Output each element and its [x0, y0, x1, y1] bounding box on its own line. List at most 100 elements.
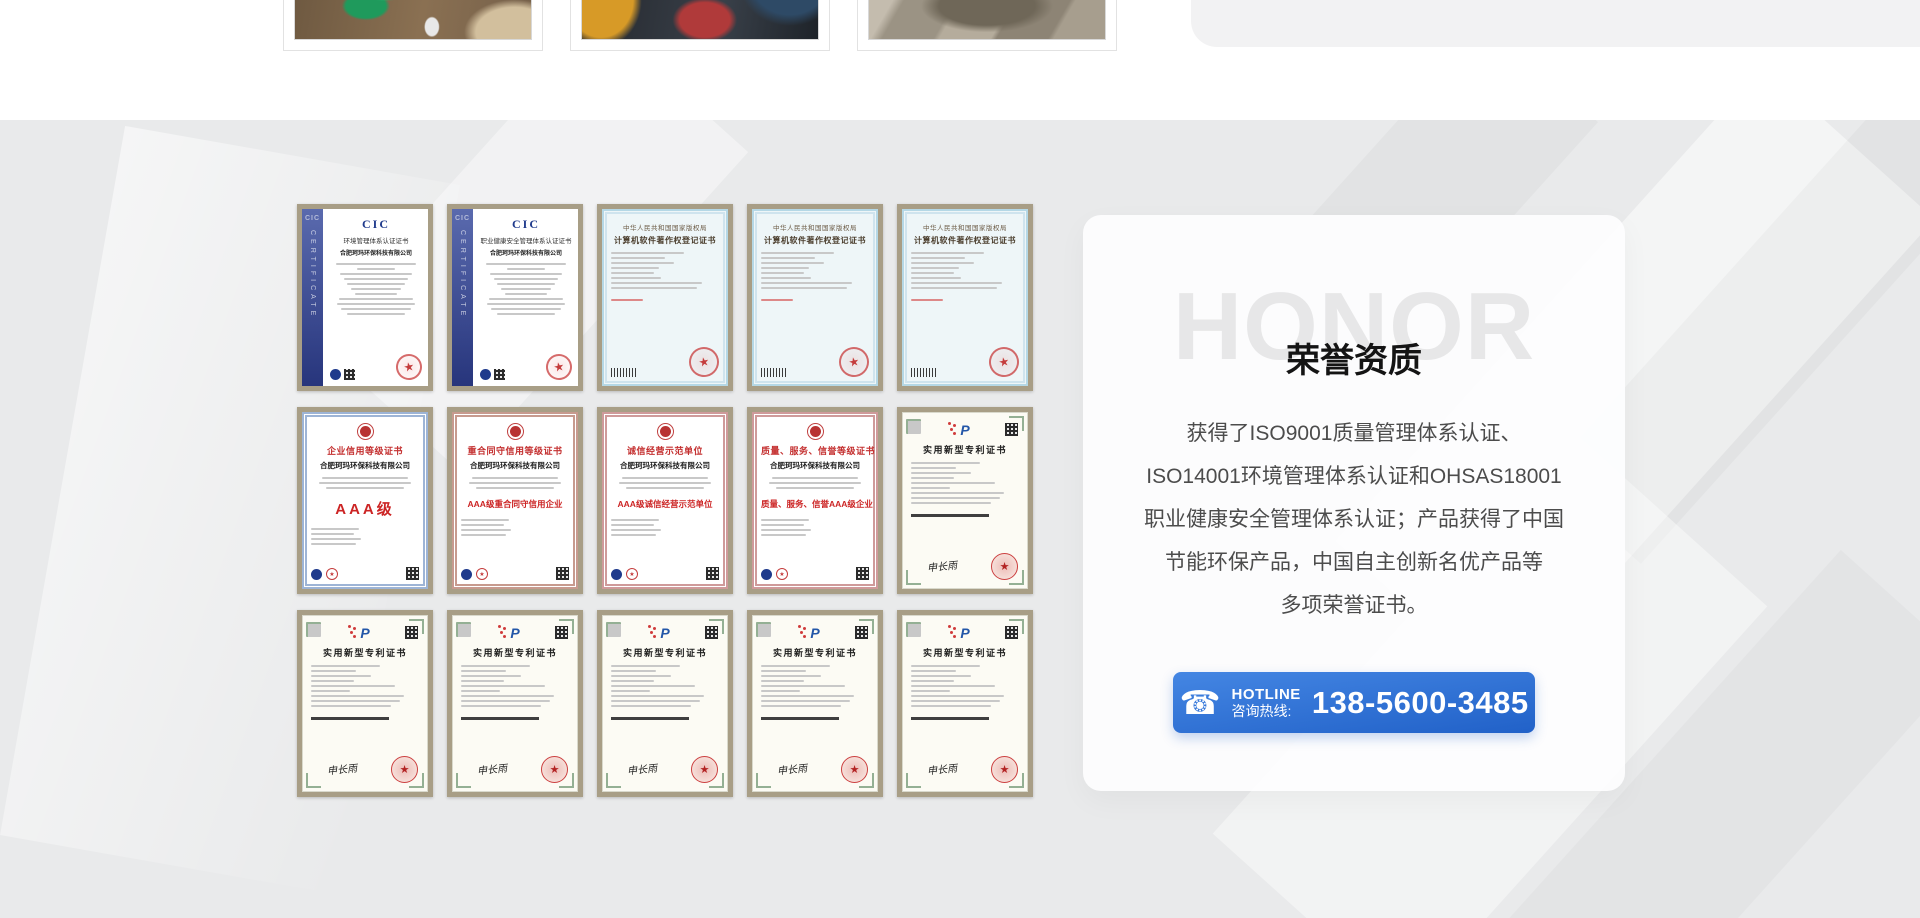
patent-number-bar — [611, 717, 689, 720]
hotline-label-en: HOTLINE — [1231, 686, 1300, 703]
red-star-badge-icon: ★ — [626, 568, 638, 580]
certificate-title: 计算机软件著作权登记证书 — [761, 235, 869, 246]
certificate-company: 合肥珂玛环保科技有限公司 — [330, 248, 422, 257]
certificate-issuer: 中华人民共和国国家版权局 — [911, 222, 1019, 232]
certificate-title: 诚信经营示范单位 — [611, 444, 719, 457]
certificate-issuer: 中华人民共和国国家版权局 — [761, 222, 869, 232]
red-star-seal-icon: ★ — [544, 352, 575, 383]
certificate-12-patent[interactable]: P 实用新型专利证书 申长雨 ★ — [447, 610, 583, 797]
red-round-seal-icon: ★ — [391, 756, 418, 783]
red-star-seal-icon: ★ — [686, 344, 722, 380]
certificate-title: 计算机软件著作权登记证书 — [911, 235, 1019, 246]
honor-description-line: 多项荣誉证书。 — [1083, 584, 1625, 627]
red-star-badge-icon: ★ — [326, 568, 338, 580]
certificate-15-patent[interactable]: P 实用新型专利证书 申长雨 ★ — [897, 610, 1033, 797]
certificate-grid: CICCERTIFICATE CIC 环境管理体系认证证书 合肥珂玛环保科技有限… — [297, 204, 1033, 797]
cic-badge-icon — [480, 369, 491, 380]
certificate-2-iso[interactable]: CICCERTIFICATE CIC 职业健康安全管理体系认证证书 合肥珂玛环保… — [447, 204, 583, 391]
certificate-7-credit[interactable]: 重合同守信用等级证书 合肥珂玛环保科技有限公司 AAA级重合同守信用企业 ★ — [447, 407, 583, 594]
red-star-seal-icon: ★ — [986, 344, 1022, 380]
certificate-3-copyright[interactable]: 中华人民共和国国家版权局 计算机软件著作权登记证书 ★ — [597, 204, 733, 391]
certificate-company: 合肥珂玛环保科技有限公司 — [611, 460, 719, 471]
certificate-13-patent[interactable]: P 实用新型专利证书 申长雨 ★ — [597, 610, 733, 797]
patent-number-bar — [761, 717, 839, 720]
barcode-icon — [911, 368, 937, 377]
certificate-signature: 申长雨 — [476, 759, 507, 777]
credit-emblem-icon — [657, 423, 674, 440]
certificate-9-credit[interactable]: 质量、服务、信誉等级证书 合肥珂玛环保科技有限公司 质量、服务、信誉AAA级企业… — [747, 407, 883, 594]
certificate-14-patent[interactable]: P 实用新型专利证书 申长雨 ★ — [747, 610, 883, 797]
certificate-text-lines — [611, 662, 719, 710]
certificate-1-iso[interactable]: CICCERTIFICATE CIC 环境管理体系认证证书 合肥珂玛环保科技有限… — [297, 204, 433, 391]
certificate-text-lines — [611, 249, 719, 292]
certificate-text-lines — [461, 516, 569, 539]
blue-badge-icon — [611, 569, 622, 580]
certificate-title: 环境管理体系认证证书 — [330, 235, 422, 245]
certificate-title: 质量、服务、信誉等级证书 — [761, 444, 869, 457]
honor-description-line: 获得了ISO9001质量管理体系认证、 — [1083, 412, 1625, 455]
phone-icon: ☎ — [1179, 686, 1220, 719]
patent-number-bar — [311, 717, 389, 720]
cic-logo: CIC — [330, 217, 422, 232]
credit-emblem-icon — [807, 423, 824, 440]
certificate-11-patent[interactable]: P 实用新型专利证书 申长雨 ★ — [297, 610, 433, 797]
qr-code-icon — [706, 567, 719, 580]
hotline-label-zh: 咨询热线: — [1231, 703, 1300, 719]
qr-code-icon — [555, 626, 568, 639]
cnipa-logo: P — [510, 626, 519, 643]
honor-description: 获得了ISO9001质量管理体系认证、ISO14001环境管理体系认证和OHSA… — [1083, 412, 1625, 627]
certificate-issuer: 中华人民共和国国家版权局 — [611, 222, 719, 232]
certificate-text-lines — [611, 516, 719, 539]
certificate-signature: 申长雨 — [776, 759, 807, 777]
certificate-text-lines — [330, 260, 422, 318]
cnipa-logo: P — [360, 626, 369, 643]
concrete-trench-photo — [868, 0, 1106, 40]
patent-number-bar — [911, 514, 989, 517]
crane-truck-worksite-photo — [581, 0, 819, 40]
certificate-8-credit[interactable]: 诚信经营示范单位 合肥珂玛环保科技有限公司 AAA级诚信经营示范单位 ★ — [597, 407, 733, 594]
excavation-site-photo — [294, 0, 532, 40]
qr-code-icon — [405, 626, 418, 639]
red-star-badge-icon: ★ — [476, 568, 488, 580]
certificate-signature: 申长雨 — [326, 759, 357, 777]
certificate-5-copyright[interactable]: 中华人民共和国国家版权局 计算机软件著作权登记证书 ★ — [897, 204, 1033, 391]
hotline-number: 138-5600-3485 — [1312, 685, 1529, 721]
red-round-seal-icon: ★ — [991, 756, 1018, 783]
certificate-title: 实用新型专利证书 — [911, 646, 1019, 659]
certificate-10-patent[interactable]: P 实用新型专利证书 申长雨 ★ — [897, 407, 1033, 594]
hotline-labels: HOTLINE 咨询热线: — [1231, 686, 1300, 719]
certificate-text-lines — [480, 260, 572, 318]
barcode-icon — [611, 368, 637, 377]
certificate-text-lines — [311, 474, 419, 492]
certificate-signature: 申长雨 — [926, 759, 957, 777]
certificate-text-lines — [761, 662, 869, 710]
patent-number-bar — [461, 717, 539, 720]
certificate-title: 重合同守信用等级证书 — [461, 444, 569, 457]
qr-code-icon — [1005, 423, 1018, 436]
certificate-text-lines — [311, 662, 419, 710]
cnipa-logo: P — [810, 626, 819, 643]
qr-code-icon — [406, 567, 419, 580]
red-star-seal-icon: ★ — [394, 352, 425, 383]
certificate-title: 职业健康安全管理体系认证证书 — [480, 235, 572, 245]
certificate-4-copyright[interactable]: 中华人民共和国国家版权局 计算机软件著作权登记证书 ★ — [747, 204, 883, 391]
certificate-title: 实用新型专利证书 — [911, 443, 1019, 456]
hotline-button[interactable]: ☎ HOTLINE 咨询热线: 138-5600-3485 — [1173, 672, 1535, 733]
certificate-title: 企业信用等级证书 — [311, 444, 419, 457]
red-round-seal-icon: ★ — [541, 756, 568, 783]
certificate-6-credit[interactable]: 企业信用等级证书 合肥珂玛环保科技有限公司 AAA级 ★ — [297, 407, 433, 594]
honor-description-line: ISO14001环境管理体系认证和OHSAS18001 — [1083, 455, 1625, 498]
certificate-text-lines — [761, 249, 869, 292]
cnipa-logo: P — [960, 626, 969, 643]
certificate-title: 实用新型专利证书 — [461, 646, 569, 659]
credit-emblem-icon — [357, 423, 374, 440]
certificate-company: 合肥珂玛环保科技有限公司 — [461, 460, 569, 471]
gallery-card-2[interactable] — [570, 0, 830, 51]
certificate-text-lines — [761, 516, 869, 539]
certificate-title: 实用新型专利证书 — [761, 646, 869, 659]
qr-code-icon — [344, 369, 355, 380]
certificate-text-lines — [611, 474, 719, 492]
certificate-text-lines — [911, 249, 1019, 292]
gallery-card-3[interactable] — [857, 0, 1117, 51]
gallery-card-1[interactable] — [283, 0, 543, 51]
